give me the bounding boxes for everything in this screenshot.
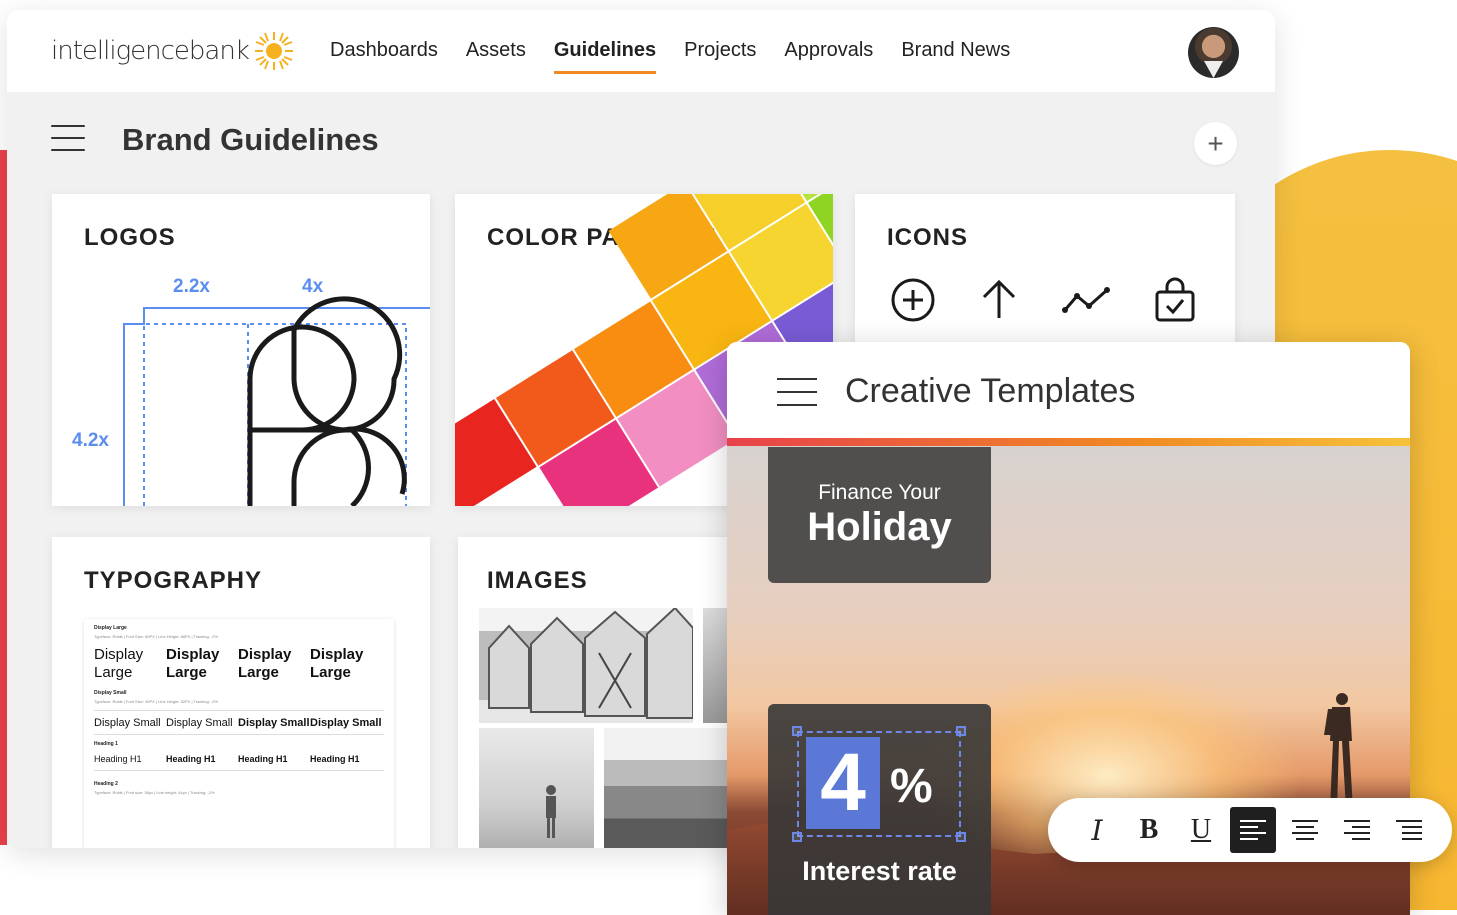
nav-guidelines[interactable]: Guidelines [553, 10, 657, 92]
resize-handle[interactable] [792, 832, 802, 842]
brand-logo[interactable]: intelligencebank [51, 30, 295, 72]
nav-dashboards[interactable]: Dashboards [330, 10, 438, 92]
type-sample-row: Display Small Display Small Display Smal… [94, 717, 384, 729]
card-icons[interactable]: ICONS [855, 194, 1235, 354]
card-typography[interactable]: TYPOGRAPHY Display Large Typeface: Rubik… [52, 537, 430, 848]
selection-bounding-box[interactable] [797, 731, 961, 837]
resize-handle[interactable] [956, 726, 966, 736]
list-justify-icon [1396, 820, 1422, 840]
type-sample-row: Heading H1 Heading H1 Heading H1 Heading… [94, 754, 384, 764]
underline-button[interactable]: U [1178, 807, 1224, 853]
type-sample: Display Large [94, 646, 144, 681]
arrow-up-icon [982, 279, 1016, 318]
logo-construction-diagram [123, 296, 430, 506]
icon-row [889, 276, 1199, 324]
interest-rate-box[interactable]: 4 % Interest rate [768, 704, 991, 915]
type-sample: Display Large [310, 646, 364, 681]
type-sample: Display Small [94, 717, 161, 729]
type-sample-row: Display Large Display Large Display Larg… [94, 646, 384, 682]
person-silhouette-graphic [546, 785, 556, 838]
headline-text-box[interactable]: Finance Your Holiday [768, 447, 991, 583]
bold-button[interactable]: B [1126, 807, 1172, 853]
align-right-button[interactable] [1334, 807, 1380, 853]
card-icons-title: ICONS [887, 224, 969, 251]
type-sample: Display Large [166, 646, 220, 681]
beach-huts-graphic [488, 608, 693, 719]
nav-brand-news[interactable]: Brand News [901, 10, 1010, 92]
image-thumbnail-beach-huts[interactable] [479, 608, 693, 723]
plus-icon: + [1207, 127, 1224, 159]
menu-icon[interactable] [777, 378, 817, 406]
stage: intelligencebank Dashboards Assets Guide… [0, 0, 1457, 915]
align-center-icon [1292, 820, 1318, 840]
card-images[interactable]: IMAGES [458, 537, 758, 848]
type-style-meta: Typeface: Rubik | Font size: 36px | Line… [94, 790, 215, 795]
creative-templates-title: Creative Templates [845, 372, 1136, 410]
type-style-heading: Heading 2 [94, 781, 118, 787]
type-style-meta: Typeface: Rubik | Font Size: 60PX | Line… [94, 634, 219, 639]
type-sample: Display Small [166, 717, 233, 729]
text-format-toolbar: I B U [1048, 798, 1452, 862]
trend-line-icon [1062, 287, 1110, 313]
typography-sheet: Display Large Typeface: Rubik | Font Siz… [84, 619, 394, 848]
headline-line-2: Holiday [807, 505, 952, 549]
type-sample: Display Large [238, 646, 292, 681]
sun-logo-icon [254, 32, 293, 70]
top-navigation: intelligencebank Dashboards Assets Guide… [7, 10, 1275, 92]
type-sample: Heading H1 [238, 754, 288, 764]
main-nav: Dashboards Assets Guidelines Projects Ap… [330, 10, 1038, 92]
rate-label: Interest rate [802, 856, 957, 886]
creative-templates-header: Creative Templates [727, 342, 1410, 438]
align-right-icon [1344, 820, 1370, 840]
nav-assets[interactable]: Assets [466, 10, 526, 92]
user-avatar[interactable] [1188, 27, 1239, 78]
menu-icon[interactable] [51, 125, 85, 151]
type-style-heading: Display Small [94, 690, 127, 696]
image-thumbnail-person-beach[interactable] [479, 728, 594, 848]
type-sample: Heading H1 [166, 754, 216, 764]
type-style-meta: Typeface: Rubik | Font Size: 40PX | Line… [94, 699, 219, 704]
align-left-icon [1240, 820, 1266, 840]
type-sample: Heading H1 [94, 754, 142, 764]
page-title: Brand Guidelines [122, 122, 379, 157]
gradient-divider [727, 438, 1410, 446]
card-logos[interactable]: LOGOS 2.2x 4x 4.2x [52, 194, 430, 506]
resize-handle[interactable] [956, 832, 966, 842]
shopping-bag-check-icon [1155, 277, 1195, 322]
align-center-button[interactable] [1282, 807, 1328, 853]
type-sample: Display Small [238, 717, 310, 729]
align-left-button[interactable] [1230, 807, 1276, 853]
nav-projects[interactable]: Projects [684, 10, 756, 92]
nav-approvals[interactable]: Approvals [784, 10, 873, 92]
headline-line-1: Finance Your [818, 481, 941, 504]
card-images-title: IMAGES [487, 567, 588, 594]
type-sample: Display Small [310, 717, 382, 729]
decorative-red-strip [0, 150, 7, 845]
type-sample: Heading H1 [310, 754, 360, 764]
hiker-silhouette-graphic [1324, 693, 1353, 809]
type-style-heading: Display Large [94, 625, 127, 631]
plus-circle-icon [891, 278, 935, 322]
page-header: Brand Guidelines + [7, 92, 1275, 192]
card-typography-title: TYPOGRAPHY [84, 567, 263, 594]
resize-handle[interactable] [792, 726, 802, 736]
brand-logo-text: intelligencebank [51, 36, 250, 66]
justify-button[interactable] [1386, 807, 1432, 853]
italic-button[interactable]: I [1074, 807, 1120, 853]
add-button[interactable]: + [1194, 122, 1237, 165]
type-style-heading: Heading 1 [94, 741, 118, 747]
